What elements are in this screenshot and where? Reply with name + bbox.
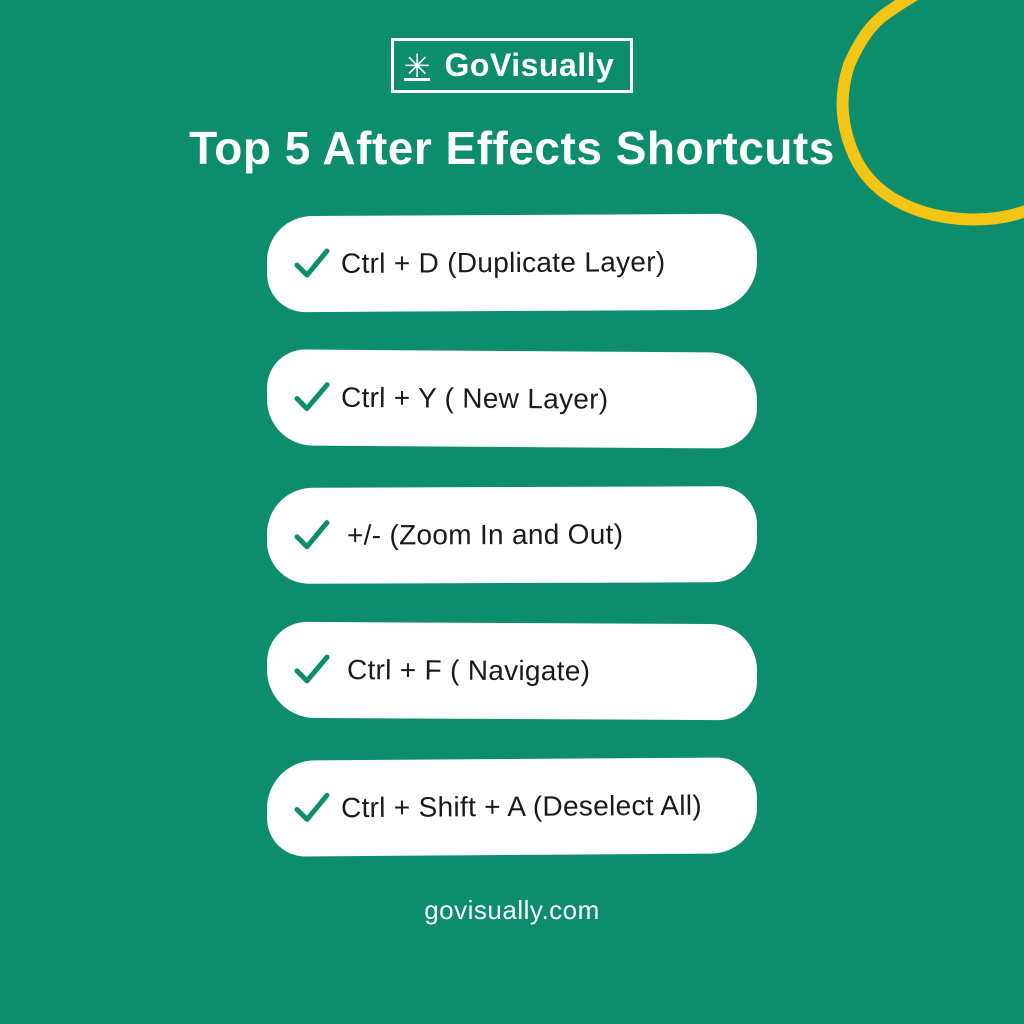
brand-name: GoVisually: [445, 47, 615, 84]
check-icon: [291, 243, 333, 285]
check-icon: [291, 515, 333, 557]
page-title: Top 5 After Effects Shortcuts: [0, 121, 1024, 175]
list-item: Ctrl + Y ( New Layer): [267, 349, 758, 448]
list-item: Ctrl + F ( Navigate): [267, 622, 757, 721]
list-item: Ctrl + Shift + A (Deselect All): [267, 757, 758, 856]
asterisk-icon: ✳: [404, 50, 431, 81]
list-item: +/- (Zoom In and Out): [267, 486, 757, 584]
shortcut-text: +/- (Zoom In and Out): [347, 519, 623, 552]
check-icon: [291, 649, 333, 691]
list-item: Ctrl + D (Duplicate Layer): [267, 214, 757, 313]
shortcut-text: Ctrl + Shift + A (Deselect All): [341, 790, 702, 825]
shortcuts-list: Ctrl + D (Duplicate Layer) Ctrl + Y ( Ne…: [0, 215, 1024, 855]
footer-url: govisually.com: [0, 895, 1024, 926]
check-icon: [291, 787, 333, 829]
shortcut-text: Ctrl + F ( Navigate): [347, 654, 590, 687]
shortcut-text: Ctrl + D (Duplicate Layer): [341, 246, 666, 280]
check-icon: [291, 376, 333, 418]
shortcut-text: Ctrl + Y ( New Layer): [341, 382, 609, 416]
brand-logo: ✳ GoVisually: [391, 38, 634, 93]
